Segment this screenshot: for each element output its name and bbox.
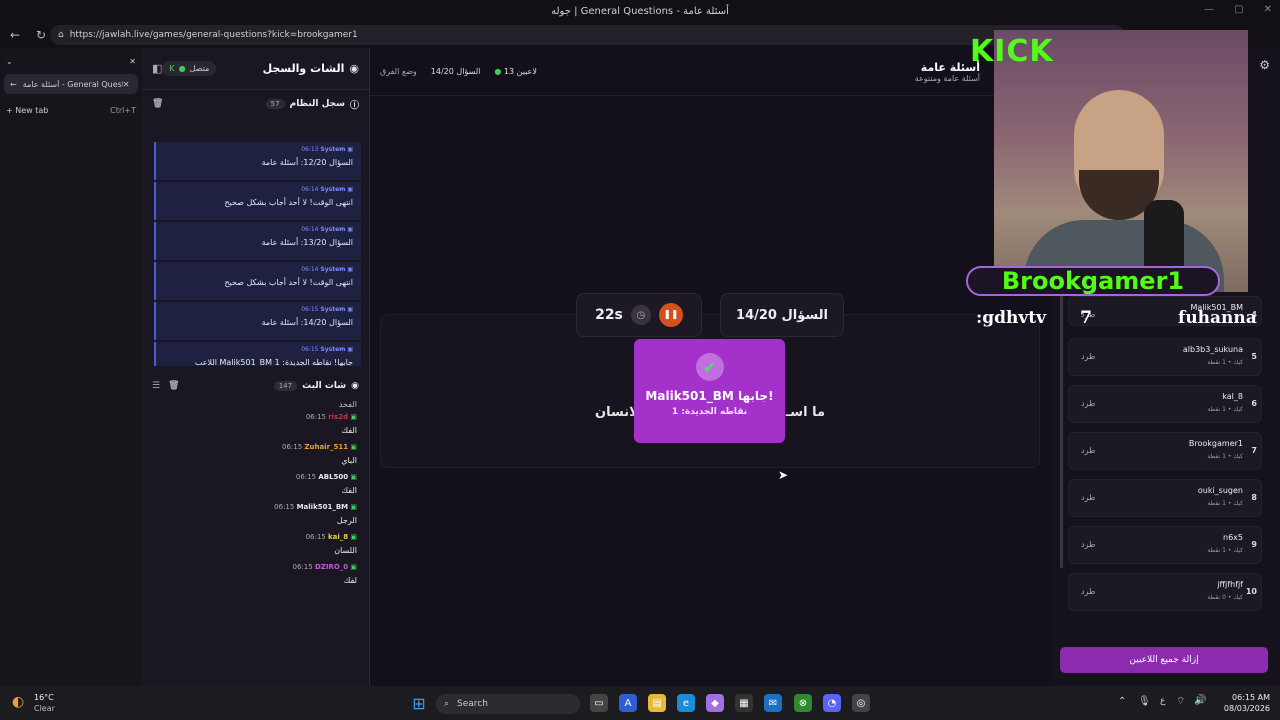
kick-player-button[interactable]: طرد — [1081, 493, 1095, 502]
system-log-entry: 06:15 System ▣ اللاعب Malik501_BM جابها! … — [154, 342, 361, 366]
gear-icon[interactable]: ⚙ — [1259, 58, 1270, 72]
window-title: جوله | General Questions - أسئلة عامة — [551, 5, 729, 17]
task-view-icon[interactable]: ▭ — [590, 694, 608, 712]
chat-message: 06:15 DZIRO_0 ▣ لفك — [292, 563, 357, 585]
streamer-nameplate: Brookgamer1 — [966, 266, 1220, 296]
chat-title: الشات والسجل — [262, 62, 345, 75]
chat-message: 06:15 Zuhair_511 ▣ الباي — [281, 443, 357, 465]
chat-message: 06:15 Malik501_BM ▣ الرجل — [274, 503, 357, 525]
tab-sidebar: ⌄ ✕ ←أسئلة عامة - General Questions✕ + Ne… — [0, 48, 142, 688]
language-indicator[interactable]: ع — [1160, 696, 1165, 706]
store-icon[interactable]: ▦ — [735, 694, 753, 712]
chevron-down-icon[interactable]: ⌄ — [6, 57, 13, 66]
live-chat-top: الفحد — [338, 400, 357, 409]
trash-icon[interactable]: 🗑 — [168, 381, 179, 391]
overlay-right-text: fuhanna — [1178, 308, 1257, 328]
system-log-list: 06:13 System ▣ السؤال 12/20: أسئلة عامة 06… — [142, 118, 369, 366]
windows-start-icon[interactable]: ⊞ — [410, 694, 428, 713]
overlay-number: 7 — [1080, 308, 1092, 328]
trash-icon[interactable]: 🗑 — [152, 99, 163, 109]
chat-panel: ◧ K ● متصل الشات والسجل ◉ 🗑 57 سجل النظام … — [142, 48, 370, 686]
system-log-entry: 06:14 System ▣ انتهى الوقت! لا أحد أجاب ب… — [154, 262, 361, 300]
close-tab-icon[interactable]: ✕ — [123, 80, 130, 89]
taskbar: ◐ 16°C Clear ⊞ ⌕ Search ▭ A ▤ e ◆ ▦ ✉ ⊗ ◔ … — [0, 686, 1280, 720]
mic-icon[interactable]: 🎙 — [1138, 696, 1151, 707]
discord-icon[interactable]: ◔ — [823, 694, 841, 712]
refresh-icon[interactable]: ↻ — [30, 28, 52, 42]
mode-label: وضع الفرق — [380, 67, 417, 76]
chat-bubble-icon: ◉ — [349, 62, 359, 75]
question-number: السؤال 14/20 — [720, 293, 844, 337]
question-progress: السؤال 14/20 — [430, 67, 481, 76]
collapse-icon[interactable]: ◧ — [152, 62, 162, 75]
lock-icon: ⌂ — [58, 30, 64, 40]
chat-message: 06:15 kai_8 ▣ اللسان — [305, 533, 357, 555]
live-chat-list: 06:15 ris2d ▣ الفك 06:15 Zuhair_511 ▣ الباي… — [142, 409, 369, 589]
chat-message: 06:15 ris2d ▣ الفك — [305, 413, 357, 435]
status-badge: K ● متصل — [162, 61, 217, 76]
pause-button[interactable]: ❚❚ — [658, 303, 683, 327]
kick-icon: K — [169, 64, 175, 73]
kick-player-button[interactable]: طرد — [1081, 446, 1095, 455]
mail-icon[interactable]: ✉ — [764, 694, 782, 712]
player-row: طرد kal_8 كيك • 1 نقطة 6 — [1068, 385, 1262, 423]
player-row: طرد ouki_sugen كيك • 1 نقطة 8 — [1068, 479, 1262, 517]
system-log-entry: 06:13 System ▣ السؤال 12/20: أسئلة عامة — [154, 142, 361, 180]
info-icon: ⓘ — [349, 100, 359, 111]
player-row: طرد jffjfhfjf كيك • 0 نقطة 10 — [1068, 573, 1262, 611]
new-tab-button[interactable]: + New tab Ctrl+T — [0, 100, 142, 120]
search-icon: ⌕ — [444, 699, 450, 709]
back-icon: ← — [10, 79, 17, 89]
live-chat-header: ☰ 🗑 147 شات البث ◉ — [152, 381, 359, 391]
kick-player-button[interactable]: طرد — [1081, 352, 1095, 361]
volume-icon[interactable]: 🔊 — [1194, 695, 1206, 706]
mouse-cursor-icon: ➤ — [778, 468, 789, 482]
kick-player-button[interactable]: طرد — [1081, 587, 1095, 596]
timer: 22s ◷ ❚❚ — [576, 293, 702, 337]
kick-player-button[interactable]: طرد — [1081, 540, 1095, 549]
window-title-bar: جوله | General Questions - أسئلة عامة — ▢… — [0, 0, 1280, 22]
chevron-up-icon[interactable]: ⌃ — [1118, 696, 1126, 707]
edge-icon[interactable]: e — [677, 694, 695, 712]
player-row: طرد n6x5 كيك • 1 نقطة 9 — [1068, 526, 1262, 564]
kick-player-button[interactable]: طرد — [1081, 399, 1095, 408]
remove-all-players-button[interactable]: إزالة جميع اللاعبين — [1060, 647, 1268, 673]
game-area: وضع الفرق السؤال 14/20 ● 13 لاعبين أسئلة… — [370, 48, 1050, 686]
webcam-overlay — [994, 30, 1248, 292]
kick-logo: KICK — [970, 34, 1054, 69]
file-explorer-icon[interactable]: ▤ — [648, 694, 666, 712]
system-log-entry: 06:15 System ▣ السؤال 14/20: أسئلة عامة — [154, 302, 361, 340]
overlay-left-text: :gdhvtv — [976, 308, 1047, 328]
url-field[interactable]: ⌂ https://jawlah.live/games/general-quest… — [50, 25, 1125, 45]
plus-icon: + — [6, 105, 13, 115]
players-count: ● 13 لاعبين — [494, 67, 537, 76]
minimize-icon[interactable]: — — [1204, 4, 1214, 15]
system-log-header: 🗑 57 سجل النظام ⓘ — [152, 99, 359, 111]
correct-answer-popup: ✔ Malik501_BM جابها! نقاطه الجديدة: 1 — [634, 339, 785, 443]
system-log-entry: 06:14 System ▣ انتهى الوقت! لا أحد أجاب ب… — [154, 182, 361, 220]
weather-icon: ◐ — [12, 694, 25, 710]
maximize-icon[interactable]: ▢ — [1234, 4, 1243, 15]
question-text-right: لانسان — [595, 405, 639, 420]
chat-bubble-icon: ◉ — [351, 381, 359, 391]
clock-icon: ◷ — [630, 305, 651, 325]
app-icon[interactable]: A — [619, 694, 637, 712]
player-row: طرد Brookgamer1 كيك • 1 نقطة 7 — [1068, 432, 1262, 470]
network-icon[interactable]: ⌔ — [1176, 695, 1185, 708]
xbox-icon[interactable]: ⊗ — [794, 694, 812, 712]
back-icon[interactable]: ← — [4, 28, 26, 42]
close-icon[interactable]: ✕ — [1264, 4, 1272, 15]
copilot-icon[interactable]: ◆ — [706, 694, 724, 712]
taskbar-search[interactable]: ⌕ Search — [436, 694, 580, 714]
chat-message: 06:15 ABL500 ▣ الفك — [295, 473, 357, 495]
tab-general-questions[interactable]: ←أسئلة عامة - General Questions✕ — [4, 74, 138, 94]
system-log-entry: 06:14 System ▣ السؤال 13/20: أسئلة عامة — [154, 222, 361, 260]
filter-icon[interactable]: ☰ — [152, 381, 160, 391]
chrome-icon[interactable]: ◎ — [852, 694, 870, 712]
check-icon: ✔ — [695, 353, 724, 381]
game-subheading: أسئلة عامة ومتنوعة — [914, 73, 980, 83]
pin-icon[interactable]: ✕ — [129, 57, 136, 66]
question-text-left: ما اسـ — [785, 405, 825, 420]
player-row: طرد alb3b3_sukuna كيك • 1 نقطة 5 — [1068, 338, 1262, 376]
